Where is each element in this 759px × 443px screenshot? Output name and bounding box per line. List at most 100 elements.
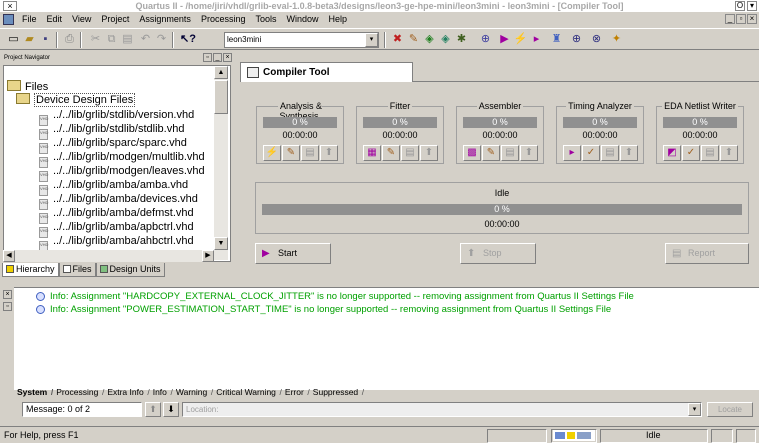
report-icon[interactable]: ▤ bbox=[601, 145, 619, 161]
chevron-down-icon[interactable]: ▾ bbox=[688, 403, 701, 416]
tab-error[interactable]: Error bbox=[282, 386, 310, 399]
paste-icon[interactable]: ▤ bbox=[120, 32, 135, 47]
start-icon[interactable]: ⚡ bbox=[513, 32, 528, 47]
pin-planner-icon[interactable]: ✎ bbox=[406, 32, 421, 47]
message-line[interactable]: Info: Assignment "POWER_ESTIMATION_START… bbox=[36, 304, 611, 315]
next-message-button[interactable]: ⬇ bbox=[163, 402, 179, 417]
tab-design-units[interactable]: Design Units bbox=[95, 263, 165, 277]
tab-critical-warning[interactable]: Critical Warning bbox=[213, 386, 282, 399]
start-stage-icon[interactable]: ▩ bbox=[463, 145, 481, 161]
navigator-float-button[interactable]: ▫ bbox=[203, 53, 212, 62]
menu-edit[interactable]: Edit bbox=[42, 12, 68, 27]
timing-icon[interactable]: ◈ bbox=[422, 32, 437, 47]
signaltap-icon[interactable]: ⊗ bbox=[589, 32, 604, 47]
navigator-minimize-button[interactable]: _ bbox=[213, 53, 222, 62]
edit-settings-icon[interactable]: ✓ bbox=[682, 145, 700, 161]
start-stage-icon[interactable]: ⚡ bbox=[263, 145, 281, 161]
message-line[interactable]: Info: Assignment "HARDCOPY_EXTERNAL_CLOC… bbox=[36, 291, 634, 302]
print-icon[interactable]: ⎙ bbox=[62, 32, 77, 47]
undo-icon[interactable]: ↶ bbox=[138, 32, 153, 47]
stop-icon[interactable]: ⬆ bbox=[620, 145, 638, 161]
report-icon[interactable]: ▤ bbox=[301, 145, 319, 161]
menu-project[interactable]: Project bbox=[96, 12, 134, 27]
new-file-icon[interactable]: ▭ bbox=[6, 32, 21, 47]
tree-device-design-files[interactable]: Device Design Files bbox=[16, 93, 136, 107]
compiler-tool-tab[interactable]: Compiler Tool bbox=[240, 62, 413, 82]
stop-icon[interactable]: ⬆ bbox=[420, 145, 438, 161]
window-title: Quartus II - /home/jiri/vhdl/grlib-eval-… bbox=[135, 1, 624, 11]
chip-icon[interactable]: ◈ bbox=[438, 32, 453, 47]
tab-extra-info[interactable]: Extra Info bbox=[104, 386, 150, 399]
message-window: Info: Assignment "HARDCOPY_EXTERNAL_CLOC… bbox=[2, 287, 759, 390]
message-tabs: System Processing Extra Info Info Warnin… bbox=[14, 385, 759, 399]
stop-button[interactable]: ⬆ Stop bbox=[460, 243, 536, 264]
mdi-minimize-button[interactable]: _ bbox=[725, 14, 735, 24]
analysis-icon[interactable]: ▶ bbox=[497, 32, 512, 47]
programmer-icon[interactable]: ⊕ bbox=[569, 32, 584, 47]
tab-hierarchy[interactable]: Hierarchy bbox=[2, 263, 59, 277]
redo-icon[interactable]: ↷ bbox=[154, 32, 169, 47]
edit-settings-icon[interactable]: ✎ bbox=[282, 145, 300, 161]
project-selector[interactable]: leon3mini ▾ bbox=[224, 32, 379, 48]
app-icon[interactable] bbox=[3, 14, 14, 25]
report-button[interactable]: ▤ Report bbox=[665, 243, 749, 264]
menu-window[interactable]: Window bbox=[281, 12, 323, 27]
menu-assignments[interactable]: Assignments bbox=[134, 12, 196, 27]
navigator-vertical-scrollbar[interactable]: ▲ ▼ bbox=[214, 66, 228, 260]
tab-divider bbox=[413, 81, 759, 82]
edit-settings-icon[interactable]: ✎ bbox=[482, 145, 500, 161]
power-icon[interactable]: ✱ bbox=[454, 32, 469, 47]
tab-suppressed[interactable]: Suppressed bbox=[310, 386, 365, 399]
previous-message-button[interactable]: ⬆ bbox=[145, 402, 161, 417]
tab-processing[interactable]: Processing bbox=[53, 386, 104, 399]
start-button[interactable]: ▶ Start bbox=[255, 243, 331, 264]
tab-system[interactable]: System bbox=[14, 386, 54, 399]
stop-icon[interactable]: ⬆ bbox=[520, 145, 538, 161]
tree-files-root[interactable]: Files bbox=[7, 80, 48, 94]
rtl-icon[interactable]: ▸ bbox=[529, 32, 544, 47]
message-close-button[interactable]: × bbox=[3, 290, 12, 299]
edit-settings-icon[interactable]: ✎ bbox=[382, 145, 400, 161]
locate-button[interactable]: Locate bbox=[707, 402, 753, 417]
mdi-close-button[interactable]: × bbox=[747, 14, 757, 24]
mdi-restore-button[interactable]: ▫ bbox=[736, 14, 746, 24]
cut-icon[interactable]: ✂ bbox=[88, 32, 103, 47]
start-stage-icon[interactable]: ▸ bbox=[563, 145, 581, 161]
settings-icon[interactable]: ✖ bbox=[390, 32, 405, 47]
help-pointer-icon[interactable]: ↖? bbox=[180, 32, 196, 47]
open-folder-icon[interactable]: ▰ bbox=[22, 32, 37, 47]
save-icon[interactable]: ▪ bbox=[38, 32, 53, 47]
message-float-button[interactable]: ▫ bbox=[3, 302, 12, 311]
menu-file[interactable]: File bbox=[17, 12, 42, 27]
tab-files[interactable]: Files bbox=[58, 263, 96, 277]
stop-icon[interactable]: ⬆ bbox=[320, 145, 338, 161]
megawizard-icon[interactable]: ✦ bbox=[609, 32, 624, 47]
minimize-window-button[interactable]: O bbox=[735, 1, 745, 11]
navigator-close-button[interactable]: × bbox=[223, 53, 232, 62]
tab-warning[interactable]: Warning bbox=[173, 386, 214, 399]
edit-settings-icon[interactable]: ✓ bbox=[582, 145, 600, 161]
location-field[interactable]: Location: ▾ bbox=[182, 402, 702, 417]
menu-help[interactable]: Help bbox=[324, 12, 353, 27]
report-icon[interactable]: ▤ bbox=[701, 145, 719, 161]
stop-icon[interactable]: ⬆ bbox=[720, 145, 738, 161]
scroll-up-icon[interactable]: ▲ bbox=[214, 66, 228, 79]
menu-tools[interactable]: Tools bbox=[250, 12, 281, 27]
start-stage-icon[interactable]: ◩ bbox=[663, 145, 681, 161]
menu-view[interactable]: View bbox=[67, 12, 96, 27]
scroll-right-icon[interactable]: ▶ bbox=[202, 250, 214, 262]
compile-icon[interactable]: ⊕ bbox=[478, 32, 493, 47]
start-stage-icon[interactable]: ▦ bbox=[363, 145, 381, 161]
floorplan-icon[interactable]: ♜ bbox=[549, 32, 564, 47]
report-icon[interactable]: ▤ bbox=[501, 145, 519, 161]
scroll-down-icon[interactable]: ▼ bbox=[214, 237, 228, 250]
copy-icon[interactable]: ⧉ bbox=[104, 32, 119, 47]
report-icon[interactable]: ▤ bbox=[401, 145, 419, 161]
navigator-horizontal-scrollbar[interactable]: ◀ ▶ bbox=[3, 250, 214, 262]
tab-info[interactable]: Info bbox=[150, 386, 173, 399]
scroll-thumb[interactable] bbox=[214, 80, 228, 114]
scroll-left-icon[interactable]: ◀ bbox=[3, 250, 15, 262]
menu-processing[interactable]: Processing bbox=[196, 12, 251, 27]
maximize-window-button[interactable]: ▾ bbox=[747, 1, 757, 11]
chevron-down-icon[interactable]: ▾ bbox=[365, 33, 378, 47]
